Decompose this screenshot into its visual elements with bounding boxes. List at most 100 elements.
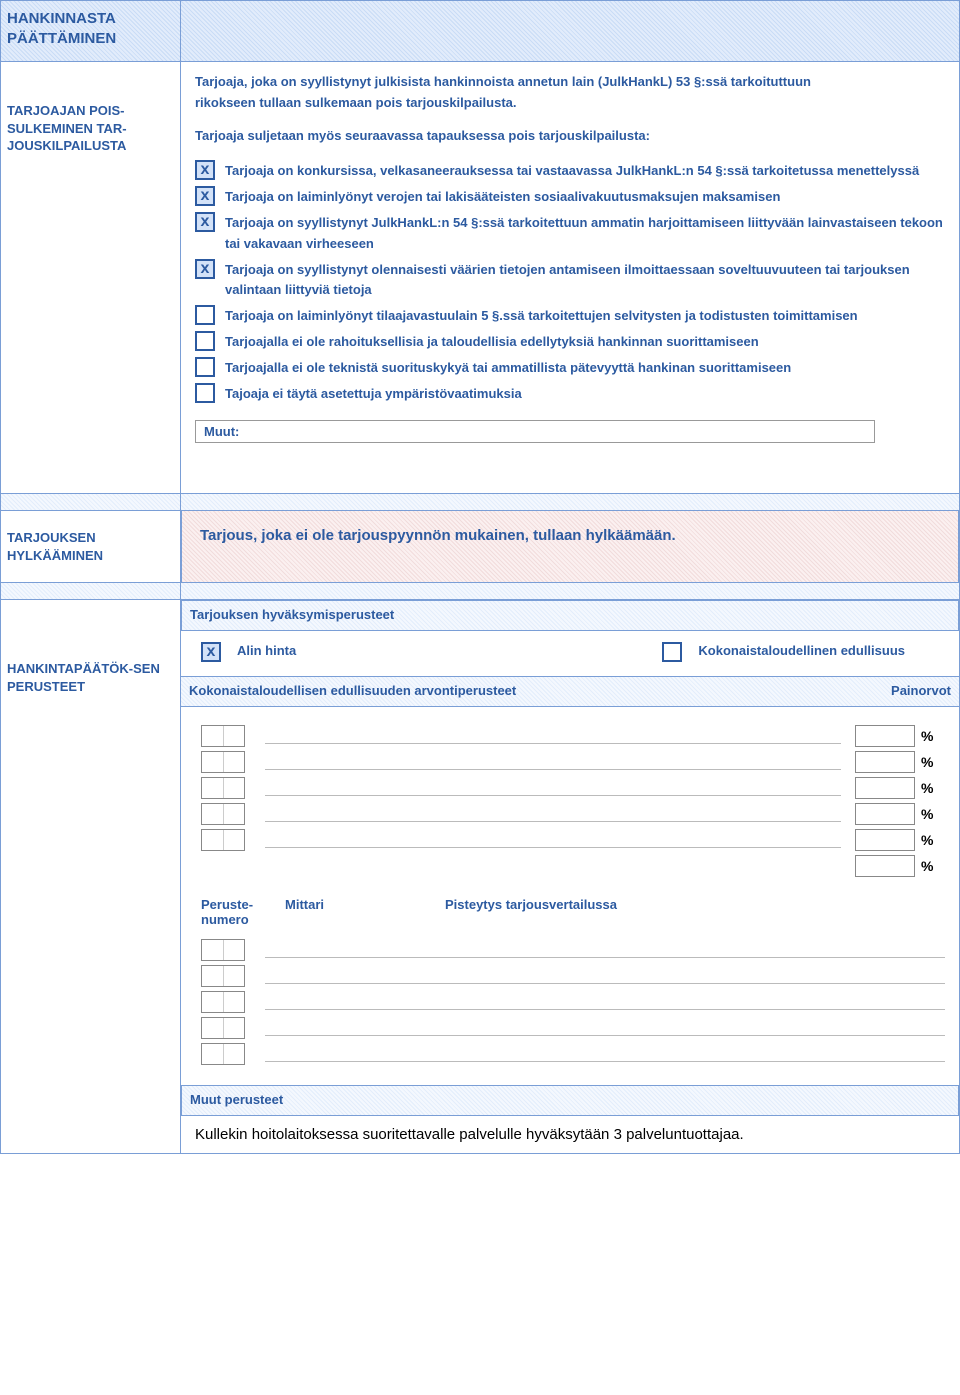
table-row (195, 1015, 945, 1041)
weight-cell[interactable] (855, 777, 915, 799)
table-row (195, 1041, 945, 1067)
criteria-line[interactable] (265, 806, 841, 822)
mittari-col1a: Peruste- (201, 897, 285, 912)
pct-label: % (921, 728, 939, 744)
mittari-table (195, 933, 945, 1071)
item-text: Tarjoaja on laiminlyönyt tilaajavastuula… (225, 305, 858, 327)
section1-content: Tarjoaja, joka on syyllistynyt julkisist… (181, 62, 959, 493)
item-text: Tarjoaja on syyllistynyt olennaisesti vä… (225, 259, 945, 302)
item-text: Tarjoajalla ei ole teknistä suorituskyky… (225, 357, 791, 379)
weight-cell[interactable] (855, 725, 915, 747)
mittari-line[interactable] (265, 1046, 945, 1062)
table-row (195, 989, 945, 1015)
checkbox-icon[interactable]: x (195, 259, 215, 279)
checkbox-icon[interactable] (195, 305, 215, 325)
criteria-head: Kokonaistaloudellisen edullisuuden arvon… (189, 681, 516, 702)
exclusion-item-8: Tajoaja ei täytä asetettuja ympäristövaa… (195, 383, 945, 405)
mittari-line[interactable] (265, 968, 945, 984)
exclusion-item-5: Tarjoaja on laiminlyönyt tilaajavastuula… (195, 305, 945, 327)
weight-cell[interactable] (855, 829, 915, 851)
table-row: % (201, 749, 939, 775)
mittari-head: Peruste- Mittari Pisteytys tarjousvertai… (195, 897, 945, 912)
number-cell[interactable] (201, 829, 245, 851)
spacer-1 (1, 493, 959, 510)
table-row: % (201, 827, 939, 853)
criteria-line[interactable] (265, 754, 841, 770)
section1-label: TARJOAJAN POIS-SULKEMINEN TAR-JOUSKILPAI… (7, 102, 174, 155)
section2-row: TARJOUKSEN HYLKÄÄMINEN Tarjous, joka ei … (1, 510, 959, 582)
section1-header-row: HANKINNASTA PÄÄTTÄMINEN (1, 1, 959, 61)
number-cell[interactable] (201, 1017, 245, 1039)
item-text: Tarjoaja on konkursissa, velkasaneerauks… (225, 160, 919, 182)
opt1-label: Alin hinta (237, 641, 296, 662)
mittari-line[interactable] (265, 1020, 945, 1036)
muut-perusteet: Muut perusteet (181, 1085, 959, 1116)
pct-label: % (921, 780, 939, 796)
form-page: HANKINNASTA PÄÄTTÄMINEN TARJOAJAN POIS-S… (0, 0, 960, 1154)
table-row: % (201, 723, 939, 749)
criteria-line[interactable] (265, 728, 841, 744)
criteria-line[interactable] (265, 832, 841, 848)
item-text: Tarjoaja on syyllistynyt JulkHankL:n 54 … (225, 212, 945, 255)
weights-head: Painorvot (891, 681, 951, 702)
checkbox-icon[interactable]: x (195, 186, 215, 206)
opt2-label: Kokonaistaloudellinen edullisuus (698, 641, 905, 662)
intro-line2: rikokseen tullaan sulkemaan pois tarjous… (195, 93, 945, 114)
criteria-subhead: Tarjouksen hyväksymisperusteet (181, 600, 959, 631)
pct-label: % (921, 806, 939, 822)
pct-label: % (921, 858, 939, 874)
item-text: Tarjoaja on laiminlyönyt verojen tai lak… (225, 186, 780, 208)
number-cell[interactable] (201, 939, 245, 961)
muut-label[interactable]: Muut: (195, 420, 875, 443)
weight-cell[interactable] (855, 855, 915, 877)
intro-line1: Tarjoaja, joka on syyllistynyt julkisist… (195, 72, 945, 93)
table-row (195, 937, 945, 963)
number-cell[interactable] (201, 965, 245, 987)
section1-header-right (181, 1, 959, 61)
mittari-col3: Pisteytys tarjousvertailussa (445, 897, 945, 912)
table-row: % (201, 801, 939, 827)
exclusion-item-6: Tarjoajalla ei ole rahoituksellisia ja t… (195, 331, 945, 353)
checkbox-icon[interactable]: x (201, 642, 221, 662)
pct-label: % (921, 754, 939, 770)
exclusion-item-1: x Tarjoaja on konkursissa, velkasaneerau… (195, 160, 945, 182)
evaluation-table: % % % % % % (195, 715, 945, 887)
pct-label: % (921, 832, 939, 848)
section1-body-row: TARJOAJAN POIS-SULKEMINEN TAR-JOUSKILPAI… (1, 61, 959, 493)
weight-cell[interactable] (855, 803, 915, 825)
number-cell[interactable] (201, 777, 245, 799)
item-text: Tarjoajalla ei ole rahoituksellisia ja t… (225, 331, 759, 353)
section3-row: HANKINTAPÄÄTÖK-SEN PERUSTEET Tarjouksen … (1, 599, 959, 1152)
section3-label-cell: HANKINTAPÄÄTÖK-SEN PERUSTEET (1, 600, 181, 1152)
checkbox-icon[interactable] (195, 357, 215, 377)
reject-text: Tarjous, joka ei ole tarjouspyynnön muka… (196, 521, 944, 550)
weight-cell[interactable] (855, 751, 915, 773)
spacer-2 (1, 582, 959, 599)
number-cell[interactable] (201, 1043, 245, 1065)
criteria-line[interactable] (265, 780, 841, 796)
item-text: Tajoaja ei täytä asetettuja ympäristövaa… (225, 383, 522, 405)
mittari-col1b: numero (201, 912, 285, 927)
number-cell[interactable] (201, 803, 245, 825)
mittari-col2: Mittari (285, 897, 445, 912)
section2-label: TARJOUKSEN HYLKÄÄMINEN (7, 529, 174, 564)
section1-label-cell: TARJOAJAN POIS-SULKEMINEN TAR-JOUSKILPAI… (1, 62, 181, 493)
mittari-line[interactable] (265, 994, 945, 1010)
exclusion-item-2: x Tarjoaja on laiminlyönyt verojen tai l… (195, 186, 945, 208)
section1-title: HANKINNASTA PÄÄTTÄMINEN (7, 9, 174, 48)
mittari-line[interactable] (265, 942, 945, 958)
checkbox-icon[interactable] (662, 642, 682, 662)
number-cell[interactable] (201, 751, 245, 773)
muut-perusteet-label: Muut perusteet (190, 1092, 283, 1107)
number-cell[interactable] (201, 725, 245, 747)
table-row: % (201, 775, 939, 801)
checkbox-icon[interactable]: x (195, 212, 215, 232)
section2-content: Tarjous, joka ei ole tarjouspyynnön muka… (181, 510, 959, 583)
checkbox-icon[interactable] (195, 331, 215, 351)
checkbox-icon[interactable]: x (195, 160, 215, 180)
number-cell[interactable] (201, 991, 245, 1013)
checkbox-icon[interactable] (195, 383, 215, 403)
mittari-head2: numero (195, 912, 945, 927)
criteria-options: x Alin hinta Kokonaistaloudellinen edull… (195, 641, 945, 662)
exclusion-item-4: x Tarjoaja on syyllistynyt olennaisesti … (195, 259, 945, 302)
